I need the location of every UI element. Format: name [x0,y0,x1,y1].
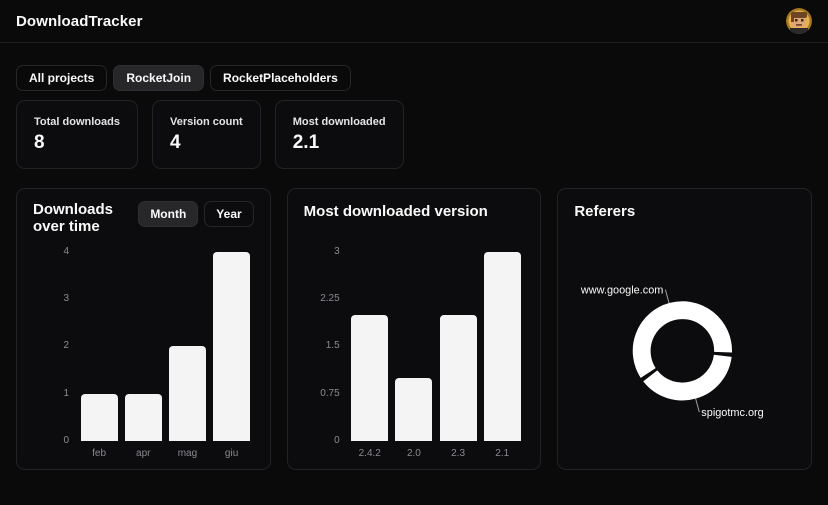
y-tick-label: 3 [63,294,69,304]
user-avatar[interactable] [786,8,812,34]
user-avatar-icon [786,8,812,34]
bar-2.4.2 [351,315,388,441]
panel-downloads-over-time: Downloads over time Month Year 0 1 2 3 4 feba… [16,188,271,470]
x-tick-label: 2.1 [480,448,524,459]
x-tick-label: mag [165,448,209,459]
stat-label: Most downloaded [293,116,386,128]
year-button[interactable]: Year [204,201,253,227]
x-tick-label: feb [77,448,121,459]
y-tick-label: 4 [63,247,69,257]
panel-title: Downloads over time [33,201,138,236]
panel-most-downloaded-version: Most downloaded version 0 0.75 1.5 2.25 3 2.4… [287,188,542,470]
bar-apr [125,394,162,441]
stat-card-most-downloaded: Most downloaded 2.1 [275,100,404,169]
plot-area [348,252,525,441]
panel-header: Most downloaded version [304,201,525,249]
donut-label-spigotmc.org: spigotmc.org [702,407,764,419]
y-axis: 00.751.52.253 [304,252,340,441]
stat-value: 2.1 [293,133,386,154]
x-axis: 2.4.22.02.32.1 [348,441,525,459]
donut-label-connector [696,399,700,412]
stat-value: 4 [170,133,243,154]
stat-card-version-count: Version count 4 [152,100,261,169]
project-tabs: All projects RocketJoin RocketPlaceholde… [16,65,812,91]
tab-rocketjoin[interactable]: RocketJoin [113,65,204,91]
donut-svg: www.google.com spigotmc.org [558,189,811,469]
y-axis: 01234 [33,252,69,441]
downloads-over-time-chart: 01234febaprmaggiu [33,252,254,459]
chart-panels: Downloads over time Month Year 0 1 2 3 4 feba… [16,188,812,470]
plot-area [77,252,254,441]
bar-2.0 [395,378,432,441]
referers-donut-chart: www.google.com spigotmc.org [558,189,811,469]
x-tick-label: 2.4.2 [348,448,392,459]
y-tick-label: 0.75 [320,389,339,399]
panel-header: Downloads over time Month Year [33,201,254,249]
app-title: DownloadTracker [16,13,143,30]
x-tick-label: giu [210,448,254,459]
page-body: All projects RocketJoin RocketPlaceholde… [0,65,828,470]
period-toggle: Month Year [138,201,253,227]
y-tick-label: 2 [63,341,69,351]
y-tick-label: 1.5 [326,341,340,351]
x-tick-label: 2.0 [392,448,436,459]
donut-label-connector [666,289,670,302]
panel-referers: Referers www.google.comspigotmc.org [557,188,812,470]
app-header: DownloadTracker [0,0,828,43]
tab-all-projects[interactable]: All projects [16,65,107,91]
stat-cards: Total downloads 8 Version count 4 Most d… [16,100,812,169]
x-tick-label: 2.3 [436,448,480,459]
panel-title: Most downloaded version [304,203,488,220]
most-downloaded-version-chart: 00.751.52.2532.4.22.02.32.1 [304,252,525,459]
bar-2.1 [484,252,521,441]
month-button[interactable]: Month [138,201,198,227]
stat-card-total-downloads: Total downloads 8 [16,100,138,169]
y-tick-label: 0 [334,436,340,446]
x-tick-label: apr [121,448,165,459]
bar-mag [169,346,206,441]
bar-giu [213,252,250,441]
y-tick-label: 3 [334,247,340,257]
stat-value: 8 [34,133,120,154]
y-tick-label: 0 [63,436,69,446]
donut-segment-spigotmc.org [651,356,723,392]
bar-feb [81,394,118,441]
y-tick-label: 1 [63,389,69,399]
donut-segment-www.google.com [642,310,723,373]
donut-label-www.google.com: www.google.com [580,284,663,296]
bar-2.3 [440,315,477,441]
x-axis: febaprmaggiu [77,441,254,459]
stat-label: Total downloads [34,116,120,128]
tab-rocketplaceholders[interactable]: RocketPlaceholders [210,65,351,91]
stat-label: Version count [170,116,243,128]
y-tick-label: 2.25 [320,294,339,304]
